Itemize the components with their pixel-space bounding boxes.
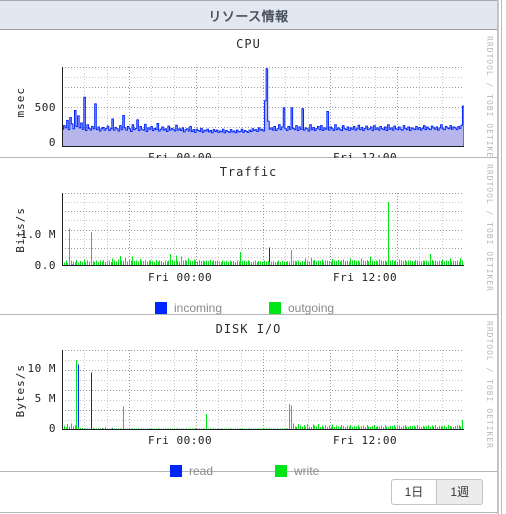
x-tick-disk-1: Fri 12:00 — [333, 434, 398, 447]
x-tick-traffic-1: Fri 12:00 — [333, 271, 398, 284]
plot-area-cpu — [62, 67, 464, 147]
y-tick-disk-0: 10 M — [27, 362, 56, 375]
plot-area-disk — [62, 350, 464, 430]
legend-label-write: write — [294, 464, 320, 478]
x-tick-disk-0: Fri 00:00 — [148, 434, 213, 447]
graph-panel-traffic: Traffic RRDTOOL / TOBI OETIKER Bits/s 1.… — [0, 158, 497, 315]
range-button-1day[interactable]: 1日 — [390, 478, 438, 506]
legend-label-outgoing: outgoing — [288, 301, 335, 315]
y-tick-traffic-1: 0.0 — [34, 259, 56, 272]
x-tick-traffic-0: Fri 00:00 — [148, 271, 213, 284]
page-title: リソース情報 — [208, 8, 289, 24]
graph-panel-disk: DISK I/O RRDTOOL / TOBI OETIKER Bytes/s … — [0, 315, 497, 478]
y-tick-disk-2: 0 — [48, 422, 56, 435]
rrdtool-watermark: RRDTOOL / TOBI OETIKER — [485, 36, 494, 164]
legend-label-incoming: incoming — [174, 301, 223, 315]
legend-traffic-outgoing: outgoing — [269, 301, 334, 315]
legend-disk-write: write — [275, 464, 319, 478]
legend-swatch-outgoing — [269, 302, 281, 314]
rrdtool-watermark: RRDTOOL / TOBI OETIKER — [485, 321, 494, 449]
chart-title-disk: DISK I/O — [215, 322, 282, 336]
legend-swatch-read — [170, 465, 182, 477]
range-button-group: 1日 1週 — [390, 478, 483, 506]
vertical-scrollbar[interactable] — [498, 0, 506, 514]
legend-swatch-write — [275, 465, 287, 477]
range-button-1week[interactable]: 1週 — [437, 478, 483, 506]
rrdtool-watermark: RRDTOOL / TOBI OETIKER — [485, 164, 494, 292]
scrollbar-thumb[interactable] — [501, 0, 505, 514]
footer-toolbar: 1日 1週 — [0, 472, 497, 513]
y-tick-traffic-0: 1.0 M — [20, 228, 56, 241]
chart-title-traffic: Traffic — [219, 165, 278, 179]
y-tick-cpu-1: 0 — [48, 136, 56, 149]
legend-swatch-incoming — [155, 302, 167, 314]
resource-info-window: リソース情報 CPU RRDTOOL / TOBI OETIKER msec 5… — [0, 0, 506, 514]
panel-header: リソース情報 — [0, 0, 497, 30]
legend-label-read: read — [189, 464, 214, 478]
y-tick-cpu-0: 500 — [34, 101, 56, 114]
graph-panel-cpu: CPU RRDTOOL / TOBI OETIKER msec 500 0 Fr… — [0, 30, 497, 164]
y-tick-disk-1: 5 M — [34, 392, 56, 405]
chart-title-cpu: CPU — [236, 37, 261, 51]
plot-area-traffic — [62, 193, 464, 266]
legend-disk-read: read — [170, 464, 213, 478]
legend-traffic-incoming: incoming — [155, 301, 222, 315]
content-column: リソース情報 CPU RRDTOOL / TOBI OETIKER msec 5… — [0, 0, 498, 514]
